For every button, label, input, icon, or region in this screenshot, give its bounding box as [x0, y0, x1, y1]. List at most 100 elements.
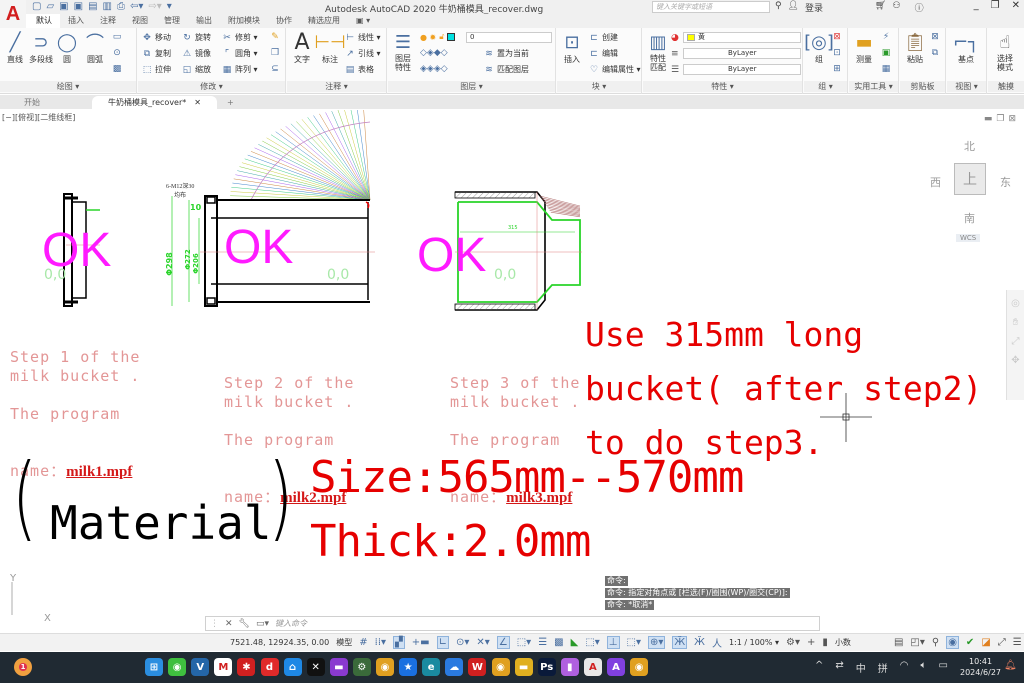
zoom-extents-icon[interactable]: ⤢	[1007, 336, 1024, 347]
units-dropdown[interactable]: 小数	[835, 637, 887, 648]
rectangle-button[interactable]: ▭	[112, 32, 122, 42]
drawing-viewport[interactable]: [−][俯视][二维线框] ▬ ❐ ⊠ 6-M12深30 均布 10 Φ298 …	[0, 110, 1024, 624]
viewcube-south[interactable]: 南	[964, 210, 975, 226]
command-input[interactable]: 键入命令	[275, 618, 307, 629]
selection-cycling-icon[interactable]: ▩	[554, 637, 563, 648]
hardware-acceleration-icon[interactable]: ◉	[946, 636, 959, 649]
ime-pinyin-icon[interactable]: 拼	[878, 660, 888, 675]
coordinates-readout[interactable]: 7521.48, 12924.35, 0.00	[230, 638, 329, 647]
quick-properties-icon[interactable]: ▤	[894, 637, 903, 648]
taskbar-app-redstar[interactable]: ✱	[237, 658, 256, 676]
text-button[interactable]: A 文字	[287, 30, 317, 65]
make-current-button[interactable]: ≋ 置为当前	[484, 48, 529, 59]
linear-button[interactable]: ⊢ 线性 ▾	[345, 32, 380, 43]
ime-chinese-icon[interactable]: 中	[856, 660, 866, 675]
volume-icon[interactable]: 🔈︎	[921, 660, 927, 675]
cart-icon[interactable]: 🛒︎	[875, 1, 886, 14]
dimension-button[interactable]: ⊢⊣ 标注	[314, 30, 345, 65]
clean-screen-icon[interactable]: ✔	[966, 637, 974, 648]
layers-panel-label[interactable]: 图层 ▾	[388, 81, 555, 92]
wifi-icon[interactable]: ◠	[900, 660, 909, 675]
taskbar-app-m-app[interactable]: M	[214, 658, 233, 676]
tab-insert[interactable]: 插入	[60, 14, 92, 28]
properties-panel-label[interactable]: 特性 ▾	[643, 81, 802, 92]
taskbar-app-clapper[interactable]: ▬	[329, 658, 348, 676]
copy-button[interactable]: ⧉ 复制	[142, 48, 171, 59]
new-tab-button[interactable]: +	[221, 96, 240, 109]
wcs-menu[interactable]: WCS	[956, 234, 981, 242]
edit-attributes-button[interactable]: ♡ 编辑属性 ▾	[589, 64, 641, 75]
stretch-button[interactable]: ⬚ 拉伸	[142, 64, 171, 75]
saveas-icon[interactable]: ▣	[74, 1, 83, 12]
workspace-gear-icon[interactable]: ⚙▾	[786, 637, 800, 648]
annotation-icon[interactable]: 人	[712, 635, 722, 650]
lineweight-toggle-icon[interactable]: ⬚▾	[517, 637, 531, 648]
erase-button[interactable]: ✎	[270, 32, 280, 42]
annotation-visibility-icon[interactable]: ⊕▾	[647, 636, 666, 649]
dynamic-input-icon[interactable]: ▞	[393, 636, 405, 649]
cut-button[interactable]: ⊠	[930, 32, 940, 42]
view-panel-label[interactable]: 视图 ▾	[947, 81, 986, 92]
tray-overflow-icon[interactable]: ^	[815, 660, 823, 675]
color-dropdown[interactable]: 黄	[683, 32, 801, 43]
taskbar-app-wechat[interactable]: ◉	[168, 658, 187, 676]
select-mode-button[interactable]: ☝ 选择 模式	[990, 30, 1020, 73]
taskbar-app-ai-app[interactable]: A	[607, 658, 625, 676]
leader-button[interactable]: ↗ 引线 ▾	[345, 48, 380, 59]
taskbar-app-photoshop[interactable]: Ps	[537, 658, 556, 676]
taskbar-app-vmware[interactable]: V	[191, 658, 210, 676]
arc-button[interactable]: ⌒ 圆弧	[80, 30, 110, 65]
create-block-button[interactable]: ⊏ 创建	[589, 32, 618, 43]
taskbar-app-notes[interactable]: ▮	[560, 658, 579, 676]
hatch-button[interactable]: ▩	[112, 64, 122, 74]
taskbar-app-dip[interactable]: d	[260, 658, 279, 676]
viewcube-top-face[interactable]: 上	[954, 163, 986, 195]
ortho-icon[interactable]: +▬	[412, 637, 430, 648]
match-properties-button[interactable]: ▥ 特性 匹配	[643, 30, 673, 73]
undo-icon[interactable]: ⇦▾	[130, 1, 143, 12]
taskbar-app-file-explorer[interactable]: ▬	[514, 658, 533, 676]
tab-default[interactable]: 默认	[28, 14, 60, 28]
close-command-icon[interactable]: ✕	[225, 619, 233, 629]
object-snap-icon[interactable]: ∠	[496, 636, 510, 649]
annotation-scale-icon[interactable]: Ӂ	[672, 636, 688, 649]
block-panel-label[interactable]: 块 ▾	[557, 81, 641, 92]
fullscreen-icon[interactable]: ⤢	[998, 637, 1006, 648]
groups-panel-label[interactable]: 组 ▾	[804, 81, 847, 92]
quick-select-button[interactable]: ⚡	[881, 32, 891, 42]
copy-clip-button[interactable]: ⧉	[930, 48, 940, 58]
units-icon[interactable]: ▮	[822, 637, 828, 648]
tab-more[interactable]: ▣ ▾	[348, 14, 378, 28]
model-space-button[interactable]: 模型	[336, 637, 352, 648]
pan-icon[interactable]: ✋︎	[1007, 317, 1024, 328]
taskbar-app-chrome-2[interactable]: ◉	[630, 658, 649, 676]
linetype-dropdown[interactable]: ByLayer	[683, 64, 801, 75]
print-icon[interactable]: ⎙	[117, 1, 125, 12]
object-snap-tracking-icon[interactable]: ✕▾	[476, 637, 489, 648]
draw-panel-label[interactable]: 绘图 ▾	[0, 81, 136, 92]
3d-osnap-icon[interactable]: ◣	[571, 637, 579, 648]
system-clock[interactable]: 10:41 2024/6/27	[960, 656, 1001, 678]
lineweight-dropdown[interactable]: ByLayer	[683, 48, 801, 59]
notification-bell-icon[interactable]: 🔔︎	[1004, 660, 1017, 671]
new-icon[interactable]: ▢	[32, 1, 41, 12]
snap-icon[interactable]: ⁞⁞▾	[375, 637, 386, 648]
transparency-icon[interactable]: ☰	[538, 637, 547, 648]
weather-widget[interactable]: 1	[14, 658, 32, 676]
base-point-button[interactable]: ⌐┐ 基点	[951, 30, 981, 65]
tab-manage[interactable]: 管理	[156, 14, 188, 28]
tab-output[interactable]: 输出	[188, 14, 220, 28]
close-tab-icon[interactable]: ✕	[194, 96, 201, 109]
recent-commands-icon[interactable]: ▭▾	[256, 619, 269, 629]
dynamic-ucs-icon[interactable]: ⬚▾	[585, 637, 599, 648]
layer-properties-button[interactable]: ☰ 图层 特性	[388, 30, 418, 73]
search-input[interactable]: 键入关键字或短语	[652, 1, 770, 13]
viewcube-north[interactable]: 北	[964, 138, 975, 154]
minimize-icon[interactable]: _	[974, 0, 979, 11]
annotation-panel-label[interactable]: 注释 ▾	[287, 81, 386, 92]
edit-block-button[interactable]: ⊏ 编辑	[589, 48, 618, 59]
group-select-button[interactable]: ⊞	[832, 64, 842, 74]
auto-scale-icon[interactable]: Ӂ	[694, 637, 705, 648]
taskbar-app-wps[interactable]: W	[468, 658, 487, 676]
tab-collaborate[interactable]: 协作	[268, 14, 300, 28]
